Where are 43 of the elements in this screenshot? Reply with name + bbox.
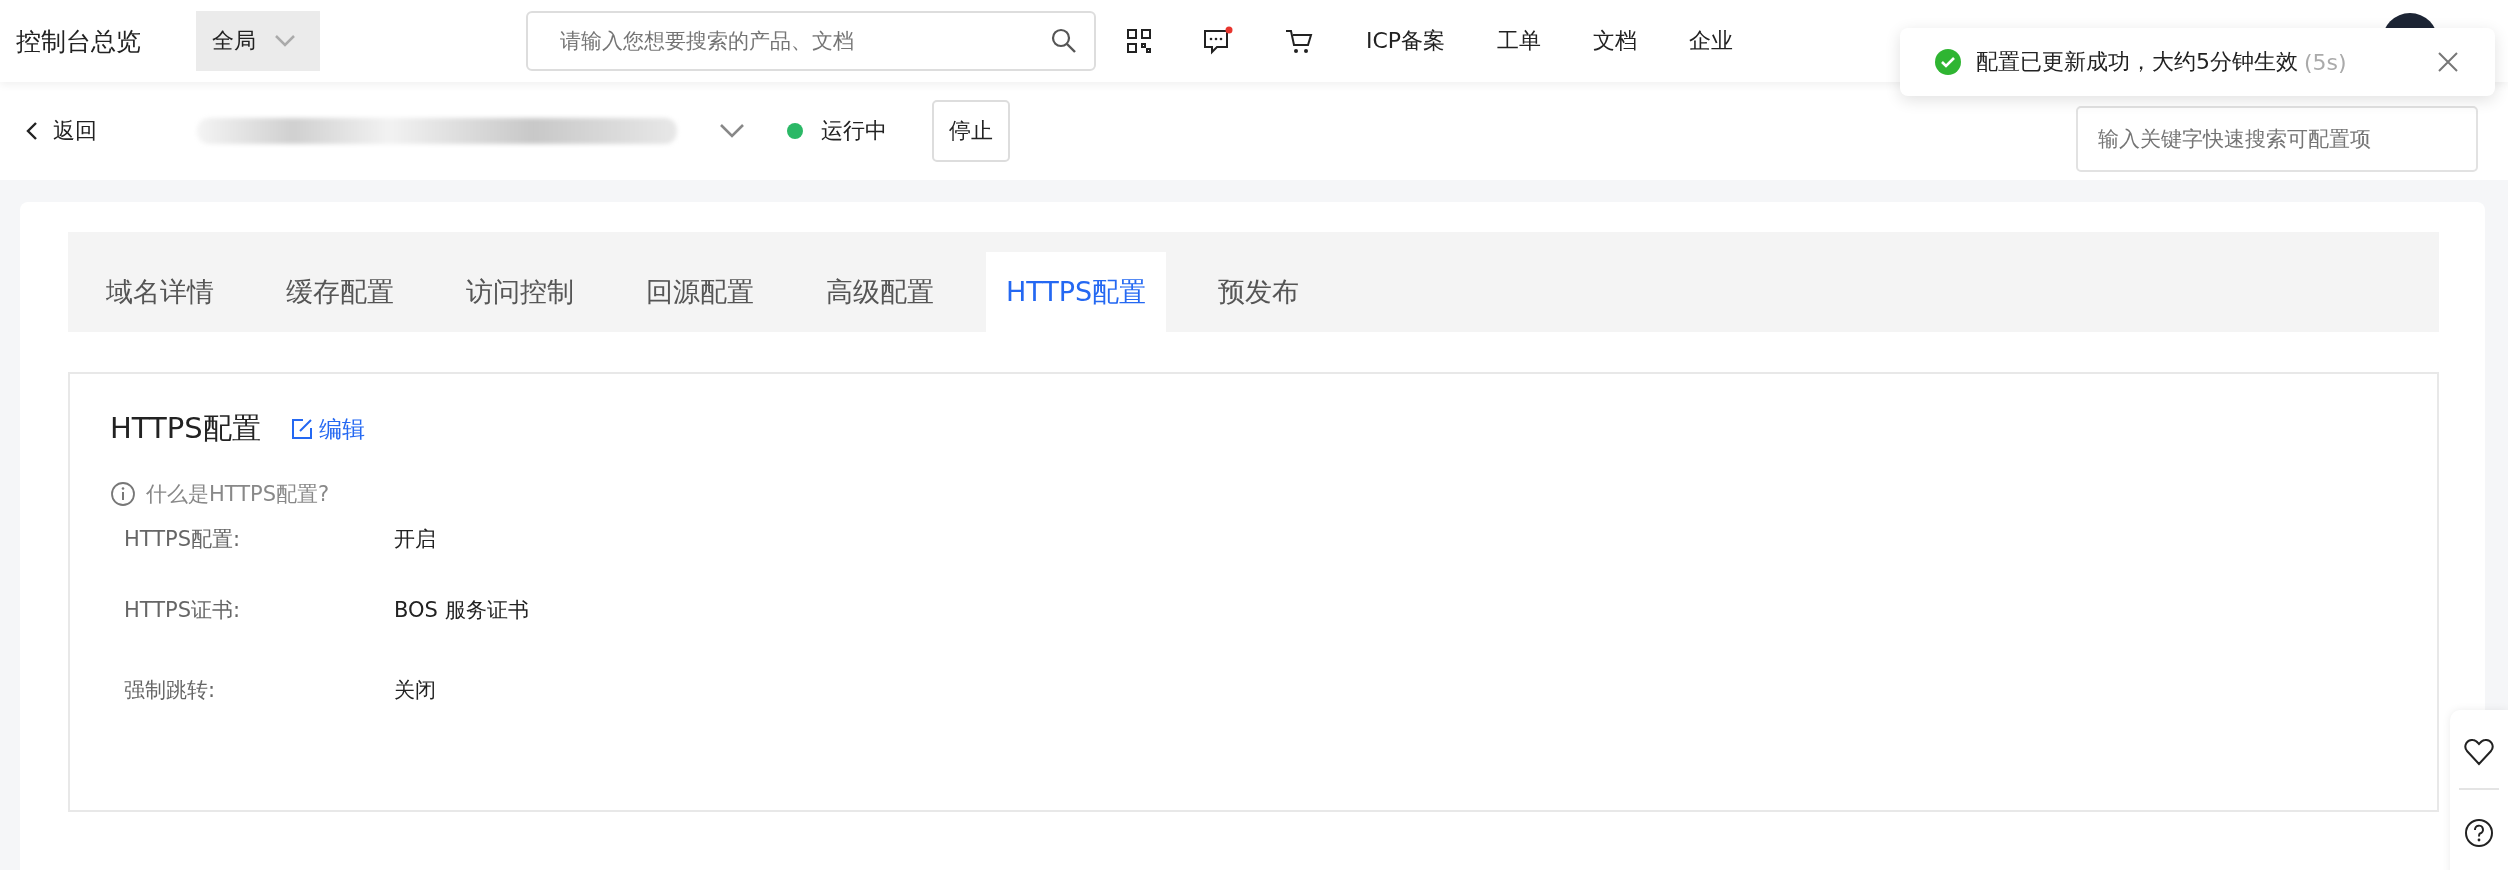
caret-icon[interactable] — [719, 123, 745, 139]
tab[interactable]: 域名详情 — [86, 252, 234, 332]
nav-link[interactable]: 工单 — [1497, 26, 1542, 56]
cart-icon[interactable] — [1284, 27, 1314, 55]
config-search-field[interactable]: 输入关键字快速搜索可配置项 — [2076, 106, 2478, 172]
toast-countdown: (5s) — [2304, 49, 2347, 75]
message-icon[interactable] — [1202, 26, 1234, 56]
field-value: 开启 — [394, 526, 436, 553]
nav-link[interactable]: 文档 — [1593, 26, 1638, 56]
field-label: HTTPS配置: — [124, 526, 242, 553]
info-icon — [110, 481, 136, 507]
tab[interactable]: 回源配置 — [626, 252, 774, 332]
nav-link[interactable]: 企业 — [1689, 26, 1734, 56]
help-link[interactable]: 什么是HTTPS配置? — [146, 480, 330, 508]
close-icon[interactable] — [2437, 51, 2459, 73]
stop-button[interactable]: 停止 — [932, 100, 1010, 162]
caret-icon — [274, 34, 296, 48]
back-link[interactable]: 返回 — [25, 116, 97, 146]
tab[interactable]: 访问控制 — [446, 252, 594, 332]
chevron-left-icon — [25, 120, 39, 142]
tab[interactable]: HTTPS配置 — [986, 252, 1167, 332]
field-value: BOS 服务证书 — [394, 597, 529, 624]
scope-dropdown[interactable]: 全局 — [196, 11, 320, 71]
search-icon[interactable] — [1050, 27, 1078, 55]
status-text: 运行中 — [821, 117, 887, 145]
edit-icon — [290, 418, 313, 440]
section-title: HTTPS配置 — [110, 410, 261, 447]
tab[interactable]: 高级配置 — [806, 252, 954, 332]
nav-link[interactable]: ICP备案 — [1366, 26, 1446, 56]
heart-icon[interactable] — [2464, 738, 2494, 766]
tab[interactable]: 预发布 — [1198, 252, 1320, 332]
search-field[interactable]: 请输入您想要搜索的产品、文档 — [526, 11, 1096, 71]
field-label: HTTPS证书: — [124, 597, 242, 624]
status-dot — [787, 123, 803, 139]
tab[interactable]: 缓存配置 — [266, 252, 414, 332]
edit-link[interactable]: 编辑 — [290, 413, 365, 445]
field-label: 强制跳转: — [124, 677, 217, 704]
toast-message: 配置已更新成功，大约5分钟生效 — [1976, 48, 2298, 76]
success-icon — [1934, 48, 1962, 76]
console-title[interactable]: 控制台总览 — [16, 24, 196, 58]
help-icon[interactable] — [2464, 818, 2494, 848]
field-value: 关闭 — [394, 677, 436, 704]
qr-code-icon[interactable] — [1126, 28, 1152, 54]
